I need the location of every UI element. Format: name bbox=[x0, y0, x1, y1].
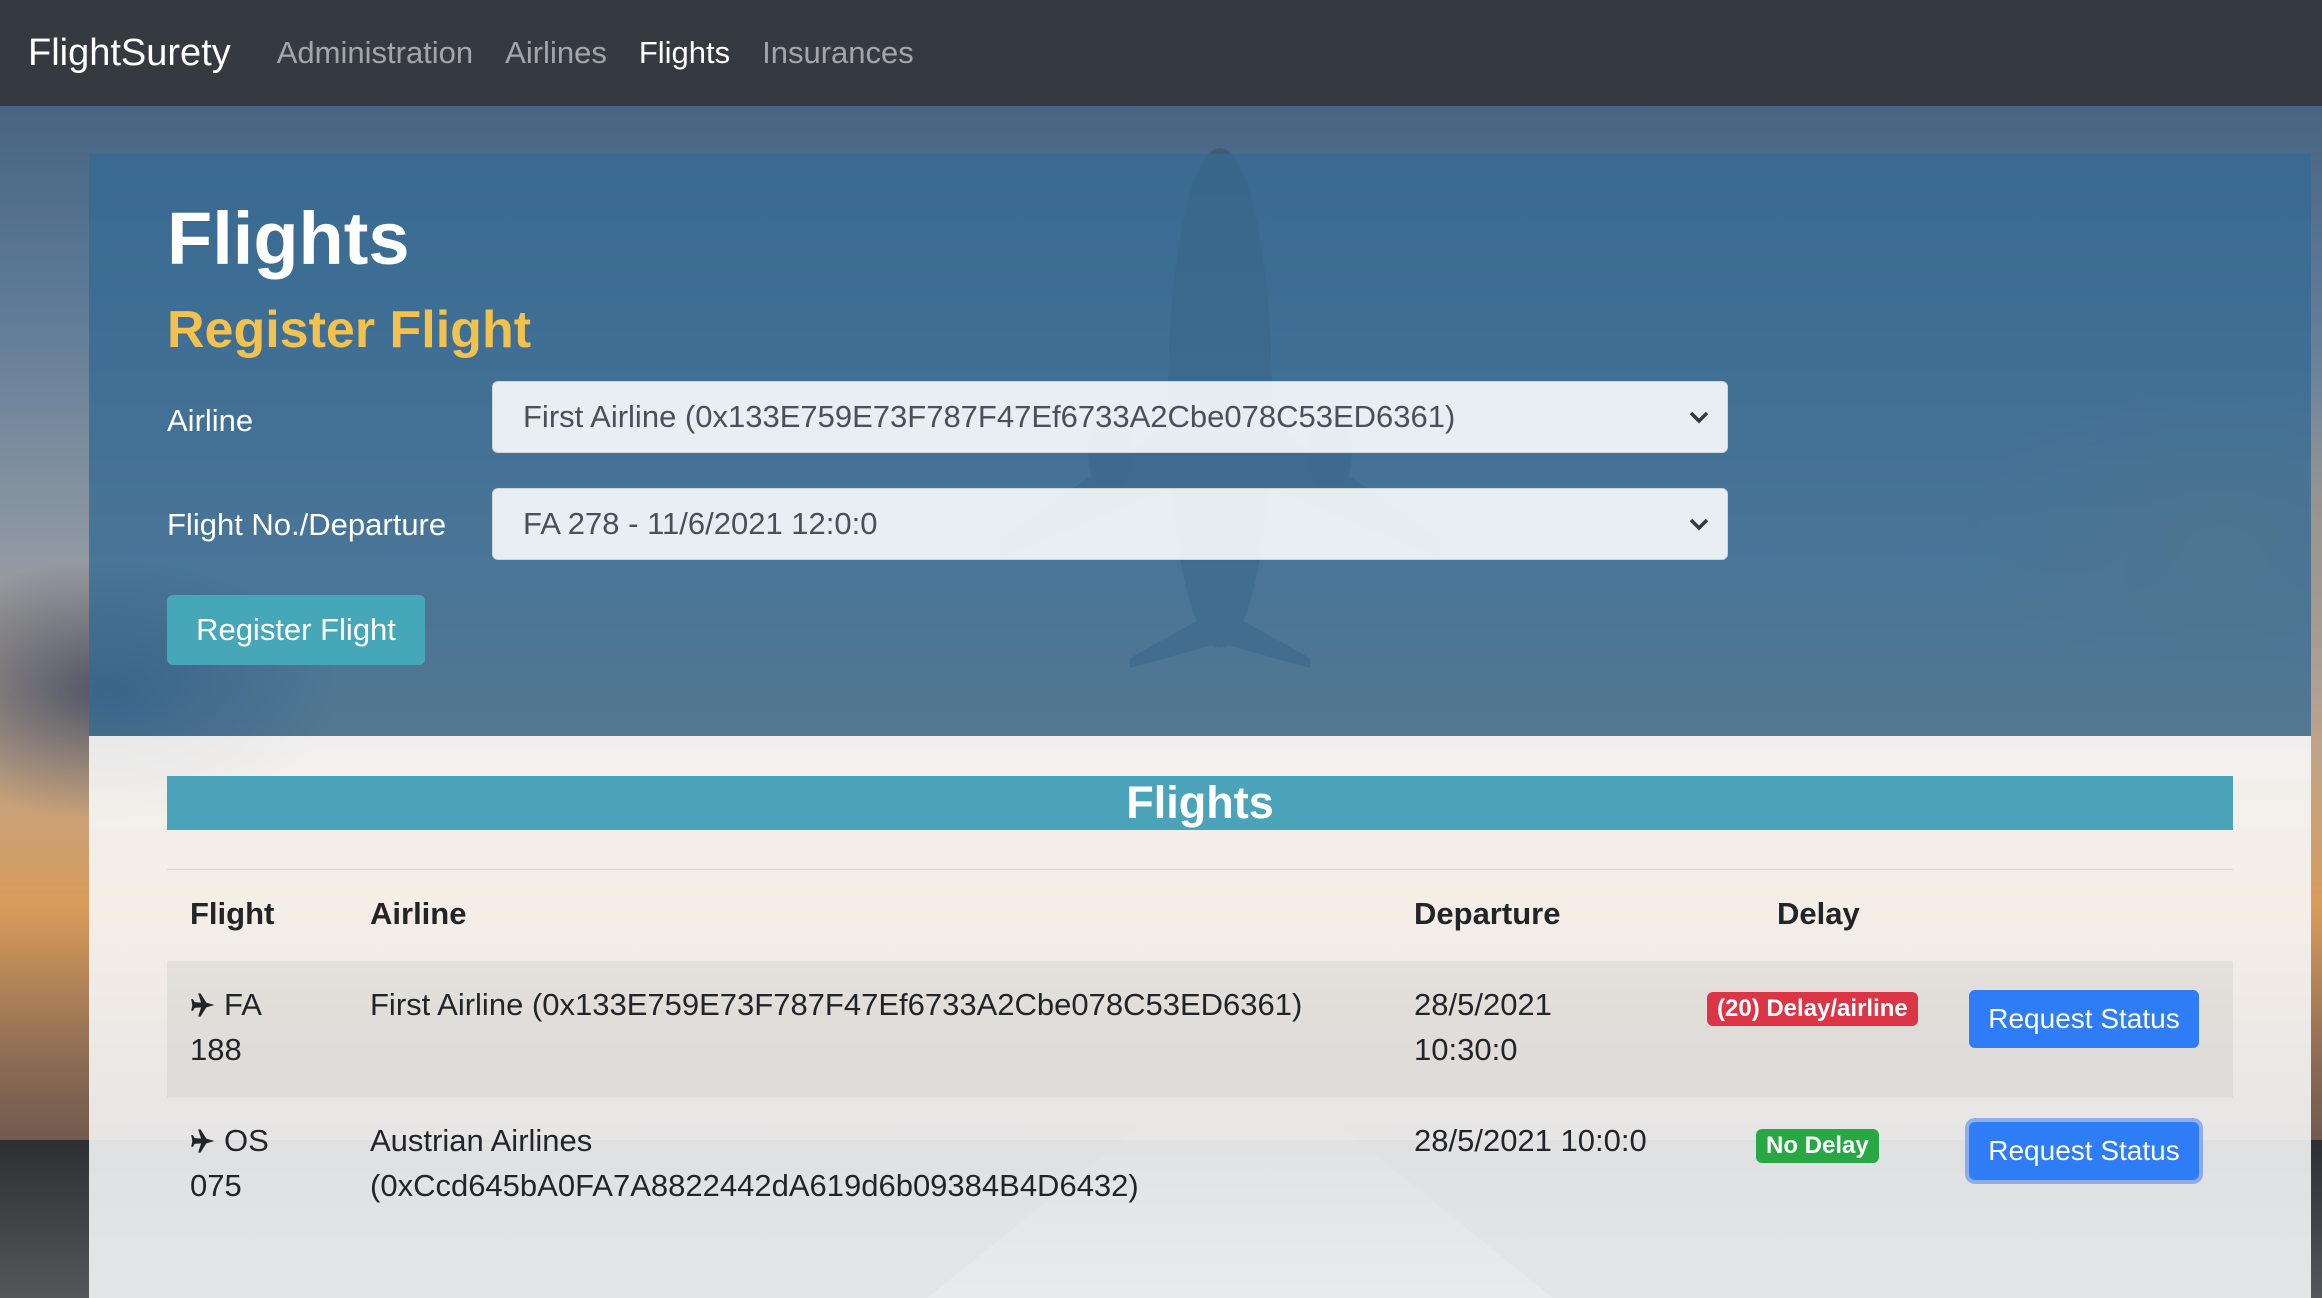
departure-cell: 28/5/2021 10:0:0 bbox=[1414, 1123, 1647, 1158]
airline-address: (0xCcd645bA0FA7A8822442dA619d6b09384B4D6… bbox=[370, 1168, 1139, 1203]
nav-link-flights[interactable]: Flights bbox=[639, 35, 730, 71]
table-row: FA 188 First Airline (0x133E759E73F787F4… bbox=[167, 961, 2233, 1098]
request-status-button[interactable]: Request Status bbox=[1969, 1122, 2199, 1180]
flight-cell: FA 188 bbox=[190, 982, 262, 1072]
flight-code: FA bbox=[224, 987, 262, 1022]
brand-logo[interactable]: FlightSurety bbox=[28, 32, 231, 75]
flight-code: OS bbox=[224, 1123, 269, 1158]
departure-date: 28/5/2021 bbox=[1414, 987, 1552, 1022]
table-row: OS 075 Austrian Airlines (0xCcd645bA0FA7… bbox=[167, 1097, 2233, 1238]
departure-time: 10:30:0 bbox=[1414, 1032, 1518, 1067]
flight-label: Flight No./Departure bbox=[167, 507, 447, 542]
status-badge: No Delay bbox=[1756, 1129, 1879, 1163]
airline-cell: First Airline (0x133E759E73F787F47Ef6733… bbox=[370, 987, 1303, 1022]
nav-link-insurances[interactable]: Insurances bbox=[762, 35, 914, 71]
flight-cell: OS 075 bbox=[190, 1118, 269, 1208]
flight-select[interactable]: FA 278 - 11/6/2021 12:0:0 bbox=[492, 488, 1728, 560]
airplane-icon bbox=[191, 993, 215, 1017]
flights-panel: Flights Flight Airline Departure Delay F… bbox=[89, 736, 2311, 1298]
airline-label: Airline bbox=[167, 403, 254, 438]
divider bbox=[167, 869, 2233, 870]
register-flight-button[interactable]: Register Flight bbox=[167, 595, 425, 665]
airplane-icon bbox=[191, 1129, 215, 1153]
section-subtitle: Register Flight bbox=[167, 301, 532, 359]
flights-panel-header: Flights bbox=[167, 776, 2233, 830]
airline-cell: Austrian Airlines (0xCcd645bA0FA7A882244… bbox=[370, 1118, 1139, 1208]
top-navbar: FlightSurety Administration Airlines Fli… bbox=[0, 0, 2322, 106]
chevron-down-icon bbox=[1689, 518, 1709, 531]
column-header-delay: Delay bbox=[1777, 896, 1860, 931]
nav-link-airlines[interactable]: Airlines bbox=[505, 35, 607, 71]
page-title: Flights bbox=[167, 197, 410, 280]
airline-select-value: First Airline (0x133E759E73F787F47Ef6733… bbox=[523, 399, 1456, 434]
flight-select-value: FA 278 - 11/6/2021 12:0:0 bbox=[523, 506, 878, 541]
airline-name: Austrian Airlines bbox=[370, 1123, 593, 1158]
column-header-airline: Airline bbox=[370, 896, 467, 931]
column-header-departure: Departure bbox=[1414, 896, 1561, 931]
nav-link-administration[interactable]: Administration bbox=[277, 35, 473, 71]
flight-number: 188 bbox=[190, 1032, 242, 1067]
flight-number: 075 bbox=[190, 1168, 242, 1203]
airline-select[interactable]: First Airline (0x133E759E73F787F47Ef6733… bbox=[492, 381, 1728, 453]
register-flight-section: Flights Register Flight Airline First Ai… bbox=[89, 154, 2311, 736]
request-status-button[interactable]: Request Status bbox=[1969, 990, 2199, 1048]
chevron-down-icon bbox=[1689, 411, 1709, 424]
column-header-flight: Flight bbox=[190, 896, 275, 931]
departure-cell: 28/5/2021 10:30:0 bbox=[1414, 982, 1552, 1072]
status-badge: (20) Delay/airline bbox=[1707, 992, 1918, 1026]
